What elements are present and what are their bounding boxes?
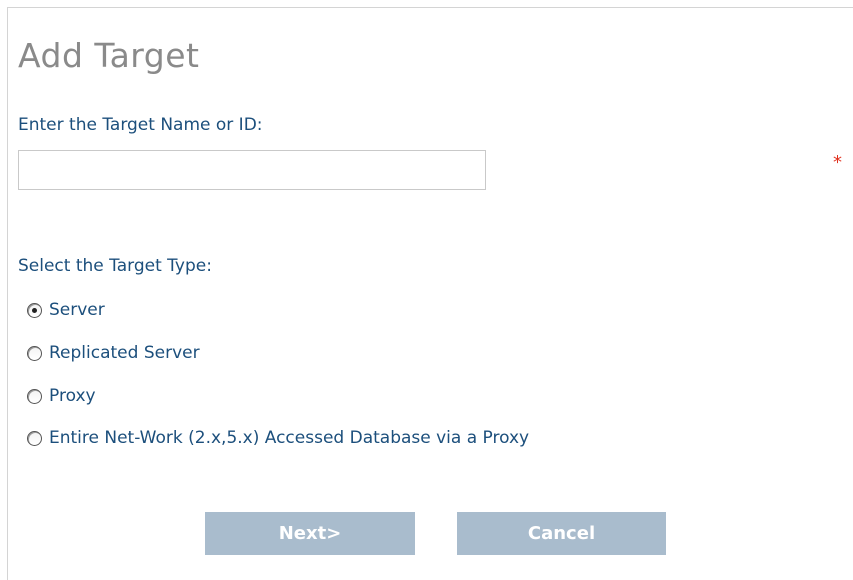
radio-button-entire-network-proxy[interactable] — [27, 430, 42, 446]
radio-label-proxy: Proxy — [49, 386, 96, 406]
radio-option-replicated-server[interactable]: Replicated Server — [27, 341, 200, 365]
target-name-label: Enter the Target Name or ID: — [18, 115, 263, 135]
dialog-frame — [7, 7, 853, 580]
radio-label-server: Server — [49, 300, 105, 320]
radio-option-proxy[interactable]: Proxy — [27, 384, 96, 408]
dialog-title: Add Target — [18, 36, 200, 75]
radio-option-server[interactable]: Server — [27, 298, 105, 322]
next-button[interactable]: Next> — [205, 512, 415, 555]
radio-option-entire-network-proxy[interactable]: Entire Net-Work (2.x,5.x) Accessed Datab… — [27, 426, 529, 450]
radio-label-entire-network-proxy: Entire Net-Work (2.x,5.x) Accessed Datab… — [49, 428, 530, 448]
target-type-label: Select the Target Type: — [18, 256, 212, 276]
cancel-button[interactable]: Cancel — [457, 512, 666, 555]
radio-button-server[interactable] — [27, 302, 42, 318]
radio-label-replicated-server: Replicated Server — [49, 343, 200, 363]
radio-button-replicated-server[interactable] — [27, 345, 42, 361]
required-marker: * — [833, 152, 842, 173]
radio-button-proxy[interactable] — [27, 388, 42, 404]
target-name-input[interactable] — [18, 150, 486, 190]
